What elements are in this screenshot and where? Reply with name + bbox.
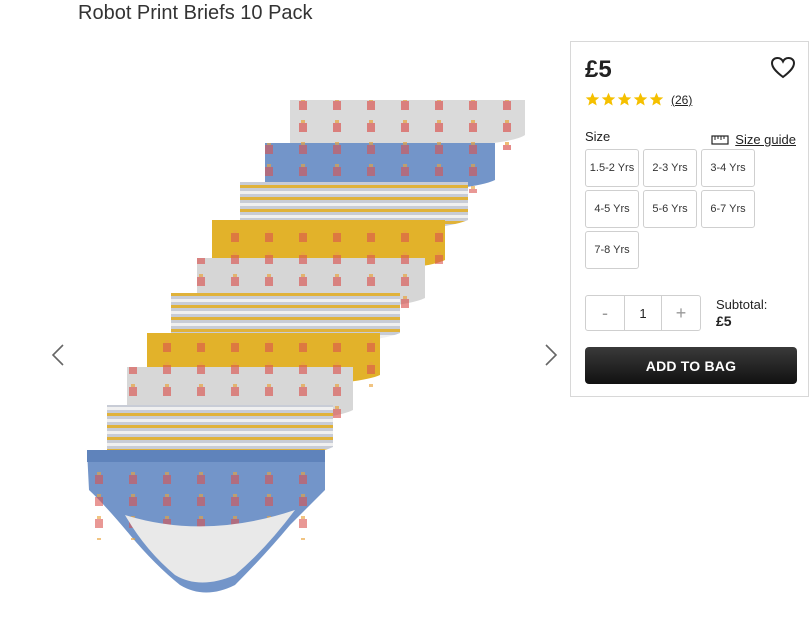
rating: (26) [585,92,692,107]
star-icon [633,92,648,106]
star-icon [617,92,632,106]
chevron-right-icon [545,344,558,366]
star-icon [585,92,600,106]
size-guide-link[interactable]: Size guide [711,132,796,147]
subtotal-amount: £5 [716,313,732,329]
ruler-icon [711,134,729,145]
subtotal-label: Subtotal: [716,297,768,312]
size-option[interactable]: 2-3 Yrs [643,149,697,187]
quantity-increase-button[interactable]: + [662,296,700,330]
size-option[interactable]: 6-7 Yrs [701,190,755,228]
star-icon [649,92,664,106]
quantity-value[interactable]: 1 [624,296,662,330]
size-guide-label: Size guide [735,132,796,147]
size-option[interactable]: 7-8 Yrs [585,231,639,269]
size-option[interactable]: 5-6 Yrs [643,190,697,228]
heart-icon [770,56,796,79]
size-option[interactable]: 3-4 Yrs [701,149,755,187]
subtotal: Subtotal: £5 [716,297,767,329]
add-to-bag-button[interactable]: ADD TO BAG [585,347,797,384]
size-options: 1.5-2 Yrs 2-3 Yrs 3-4 Yrs 4-5 Yrs 5-6 Yr… [585,149,760,269]
product-title: Robot Print Briefs 10 Pack [78,2,313,24]
quantity-stepper: - 1 + [585,295,701,331]
gallery-next-button[interactable] [541,340,561,370]
size-label: Size [585,129,611,144]
wishlist-button[interactable] [770,56,796,80]
product-image[interactable] [85,95,530,605]
briefs-pack-image [87,100,525,593]
chevron-left-icon [51,344,64,366]
review-count-link[interactable]: (26) [671,93,692,107]
star-icon [601,92,616,106]
size-option[interactable]: 4-5 Yrs [585,190,639,228]
quantity-decrease-button[interactable]: - [586,296,624,330]
price: £5 [585,56,612,83]
size-option[interactable]: 1.5-2 Yrs [585,149,639,187]
gallery-prev-button[interactable] [48,340,68,370]
purchase-panel: £5 (26) Size Size guide 1.5-2 Yrs 2-3 Yr… [570,41,809,397]
